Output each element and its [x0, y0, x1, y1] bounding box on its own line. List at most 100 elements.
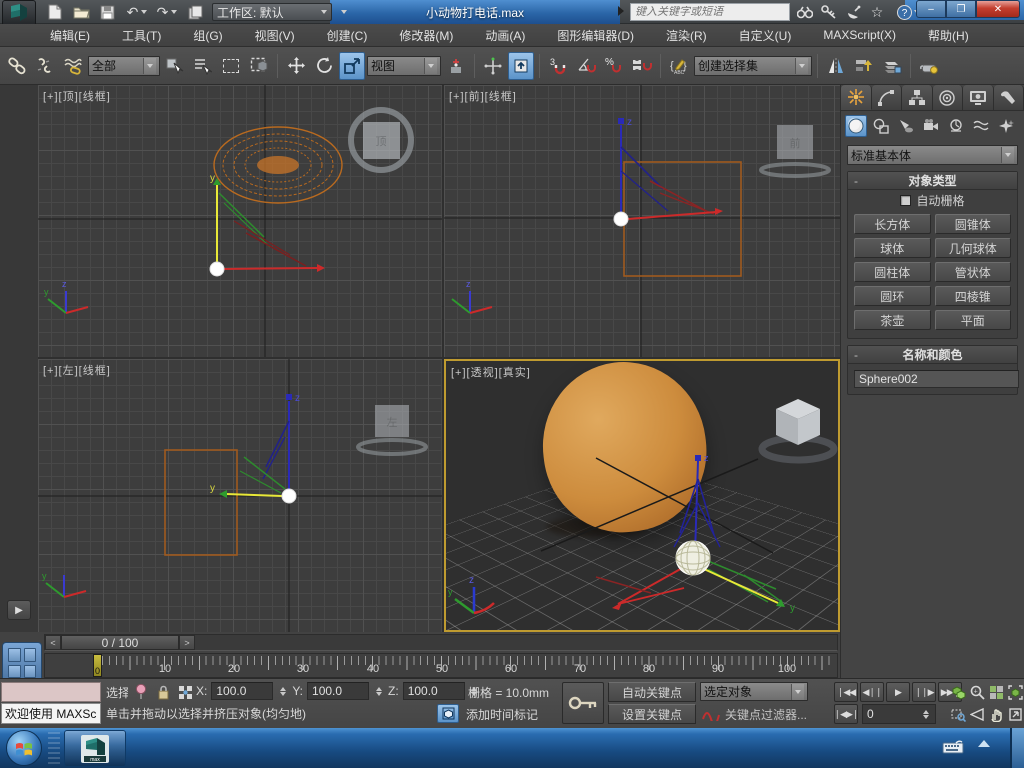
egg-top-wireframe[interactable]	[213, 126, 343, 204]
viewcube-front[interactable]: 前	[759, 125, 831, 178]
egg-left-wireframe[interactable]	[164, 449, 238, 556]
viewcube-perspective[interactable]	[758, 399, 838, 464]
x-coordinate-field[interactable]: 100.0	[211, 682, 274, 700]
toolbar-overflow-icon[interactable]	[618, 6, 624, 16]
select-and-link-button[interactable]	[4, 52, 30, 80]
button-box[interactable]: 长方体	[854, 214, 931, 234]
viewport-perspective-label[interactable]: [+][透视][真实]	[451, 364, 531, 380]
tab-create[interactable]	[841, 85, 872, 110]
go-to-start-button[interactable]: ❘◀◀	[834, 682, 858, 702]
button-pyramid[interactable]: 四棱锥	[934, 286, 1011, 306]
zoom-all-button[interactable]	[987, 683, 1005, 701]
time-next-arrow[interactable]: >	[179, 635, 195, 650]
window-crossing-toggle[interactable]	[246, 52, 272, 80]
selection-filter-dropdown[interactable]: 全部	[88, 55, 160, 76]
viewport-top-label[interactable]: [+][顶][线框]	[43, 88, 111, 104]
workspace-dropdown[interactable]: 工作区: 默认	[212, 3, 332, 21]
close-button[interactable]: ✕	[976, 0, 1020, 18]
tab-hierarchy[interactable]	[902, 85, 933, 110]
key-selection-set-dropdown[interactable]: 选定对象	[700, 682, 808, 701]
pan-view-button[interactable]	[987, 705, 1005, 723]
menu-rendering[interactable]: 渲染(R)	[650, 24, 723, 47]
object-category-dropdown[interactable]: 标准基本体	[847, 145, 1018, 165]
keyboard-shortcut-override-toggle[interactable]	[508, 51, 534, 80]
spinner-snap-toggle[interactable]	[629, 52, 655, 80]
select-by-name-button[interactable]	[190, 52, 216, 80]
show-desktop-button[interactable]	[1010, 728, 1024, 768]
menu-edit[interactable]: 编辑(E)	[34, 24, 106, 47]
tab-modify[interactable]	[871, 85, 902, 110]
menu-views[interactable]: 视图(V)	[239, 24, 311, 47]
button-teapot[interactable]: 茶壶	[854, 310, 931, 330]
subtab-systems[interactable]	[995, 115, 1017, 137]
search-binoculars-icon[interactable]	[794, 2, 816, 22]
menu-tools[interactable]: 工具(T)	[106, 24, 177, 47]
edit-named-selection-sets-button[interactable]: {} ABC	[666, 52, 692, 80]
max-logo-button[interactable]	[2, 0, 36, 26]
new-keys-curve-icon[interactable]	[700, 704, 722, 724]
autogrid-checkbox[interactable]	[900, 194, 912, 206]
button-tube[interactable]: 管状体	[934, 262, 1011, 282]
favorites-star-icon[interactable]: ☆	[866, 2, 888, 22]
selection-lock-toggle[interactable]	[154, 683, 172, 701]
search-input[interactable]	[635, 6, 785, 18]
dock-expand-arrow-button[interactable]: ▶	[7, 600, 31, 620]
y-coordinate-field[interactable]: 100.0	[307, 682, 370, 700]
viewport-left-label[interactable]: [+][左][线框]	[43, 362, 111, 378]
name-color-rollout-header[interactable]: - 名称和颜色	[848, 346, 1017, 364]
add-time-tag-button[interactable]: 添加时间标记	[466, 706, 538, 723]
layer-manager-button[interactable]	[879, 52, 905, 80]
object-type-rollout-header[interactable]: - 对象类型	[848, 172, 1017, 190]
angle-snap-toggle[interactable]	[573, 52, 599, 80]
zoom-extents-button[interactable]	[1006, 683, 1024, 701]
frame-spinner[interactable]	[920, 705, 931, 723]
key-filters-button[interactable]: 关键点过滤器...	[724, 704, 828, 724]
maxscript-mini-listener-pink[interactable]	[1, 682, 101, 702]
use-center-flyout-button[interactable]	[443, 52, 469, 80]
button-torus[interactable]: 圆环	[854, 286, 931, 306]
key-mode-toggle[interactable]: ❘◀▶❘	[834, 704, 859, 724]
menu-maxscript[interactable]: MAXScript(X)	[807, 24, 912, 47]
restore-button[interactable]: ❐	[946, 0, 976, 18]
viewport-left[interactable]: [+][左][线框] z y 左 y	[38, 359, 442, 632]
button-cone[interactable]: 圆锥体	[934, 214, 1011, 234]
subtab-helpers[interactable]	[945, 115, 967, 137]
bone-gizmo-perspective[interactable]: z y	[595, 453, 795, 614]
bind-to-space-warp-button[interactable]	[60, 52, 86, 80]
unlink-selection-button[interactable]	[32, 52, 58, 80]
select-object-button[interactable]	[162, 52, 188, 80]
isolate-selection-button[interactable]	[437, 704, 459, 723]
viewcube-top[interactable]: 顶	[348, 107, 414, 173]
tab-display[interactable]	[963, 85, 994, 110]
current-frame-field[interactable]: 0	[862, 704, 936, 724]
x-spinner[interactable]	[277, 682, 288, 700]
taskbar-3dsmax-button[interactable]: max	[64, 730, 126, 767]
field-of-view-button[interactable]	[968, 705, 986, 723]
subtab-space-warps[interactable]	[970, 115, 992, 137]
snap-toggle-3d-button[interactable]: 3	[545, 52, 571, 80]
viewport-front[interactable]: [+][前][线框] z 前 z	[444, 85, 840, 357]
button-plane[interactable]: 平面	[934, 310, 1011, 330]
open-file-button[interactable]	[70, 3, 92, 21]
viewport-top[interactable]: [+][顶][线框] y 顶 y z	[38, 85, 442, 357]
minimize-button[interactable]: –	[916, 0, 946, 18]
render-setup-button[interactable]	[916, 52, 942, 80]
button-sphere[interactable]: 球体	[854, 238, 931, 258]
new-file-button[interactable]	[44, 3, 66, 21]
tab-utilities[interactable]	[993, 85, 1024, 110]
rectangular-selection-region-button[interactable]	[218, 52, 244, 80]
auto-key-button[interactable]: 自动关键点	[608, 682, 696, 702]
maxscript-mini-listener-white[interactable]: 欢迎使用 MAXSc	[1, 703, 101, 724]
start-button[interactable]	[6, 730, 42, 766]
undo-button[interactable]: ↶	[122, 3, 152, 21]
select-and-move-button[interactable]	[283, 52, 309, 80]
set-key-button[interactable]: 设置关键点	[608, 704, 696, 724]
menu-animation[interactable]: 动画(A)	[469, 24, 541, 47]
time-slider-track[interactable]: < 0 / 100 >	[44, 634, 838, 651]
subtab-shapes[interactable]	[870, 115, 892, 137]
redo-button[interactable]: ↷	[152, 3, 182, 21]
subtab-lights[interactable]	[895, 115, 917, 137]
y-spinner[interactable]	[373, 682, 384, 700]
subtab-geometry[interactable]	[845, 115, 867, 137]
zoom-region-button[interactable]	[949, 705, 967, 723]
